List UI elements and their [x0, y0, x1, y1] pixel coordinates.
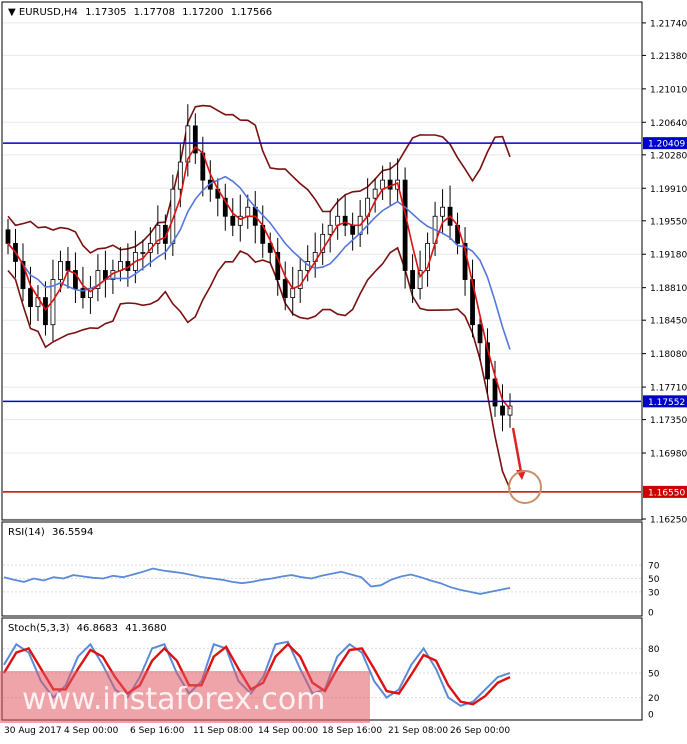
candle-body — [177, 161, 183, 190]
candle-body — [140, 252, 146, 254]
candle-body — [477, 324, 483, 344]
rsi-tick-label: 50 — [648, 575, 660, 585]
rsi-label: RSI(14) — [8, 527, 45, 538]
low-value: 1.17200 — [182, 7, 223, 18]
x-tick-label: 21 Sep 08:00 — [388, 726, 448, 736]
chart-root: 1.20409 1.17552 1.16550 1.21740 1.21380 1.21… — [0, 0, 687, 740]
y-tick-label: 1.17710 — [650, 384, 687, 394]
x-tick-label: 11 Sep 08:00 — [193, 726, 253, 736]
y-tick-label: 1.20640 — [650, 119, 687, 129]
candle-body — [58, 261, 63, 280]
stoch-tick-label: 50 — [648, 670, 660, 680]
candle-body — [342, 215, 348, 226]
level-price-label: 1.16550 — [648, 488, 685, 498]
candle-body — [372, 188, 378, 199]
triangle-icon: ▼ — [8, 7, 19, 18]
rsi-value: 36.5594 — [52, 527, 93, 538]
x-tick-label: 4 Sep 00:00 — [64, 726, 119, 736]
candle-body — [282, 279, 288, 298]
open-value: 1.17305 — [85, 7, 126, 18]
candle-body — [410, 270, 415, 289]
watermark-text: www.instaforex.com — [22, 682, 325, 717]
y-tick-label: 1.19910 — [650, 185, 687, 195]
symbol-label: EURUSD,H4 — [19, 7, 78, 18]
level-price-label: 1.17552 — [648, 398, 685, 408]
stoch-header: Stoch(5,3,3) 46.8683 41.3680 — [8, 623, 167, 634]
rsi-tick-label: 70 — [648, 562, 660, 572]
x-tick-label: 30 Aug 2017 — [4, 726, 62, 736]
y-tick-label: 1.18810 — [650, 284, 687, 294]
y-tick-label: 1.19180 — [650, 251, 687, 261]
y-tick-label: 1.18450 — [650, 317, 687, 327]
candle-body — [402, 179, 408, 271]
candle-body — [43, 297, 48, 326]
rsi-tick-label: 30 — [648, 588, 660, 598]
candle-body — [230, 215, 236, 226]
rsi-panel-frame — [1, 521, 643, 617]
candle-body — [327, 224, 333, 235]
rsi-tick-label: 0 — [648, 609, 654, 619]
stoch-tick-label: 0 — [648, 711, 654, 721]
y-tick-label: 1.19550 — [650, 217, 687, 227]
y-tick-label: 1.17350 — [650, 416, 687, 426]
y-tick-label: 1.21010 — [650, 85, 687, 95]
x-tick-label: 14 Sep 00:00 — [258, 726, 318, 736]
candle-body — [28, 288, 33, 308]
y-tick-label: 1.20280 — [650, 151, 687, 161]
stoch-signal-value: 41.3680 — [125, 623, 166, 634]
candle-body — [245, 206, 251, 217]
x-tick-label: 26 Sep 00:00 — [450, 726, 510, 736]
rsi-panel: 70 50 30 0 RSI(14) 36.5594 — [1, 521, 660, 619]
x-tick-label: 18 Sep 16:00 — [322, 726, 382, 736]
main-header: ▼ EURUSD,H4 1.17305 1.17708 1.17200 1.17… — [8, 7, 272, 18]
x-axis: 30 Aug 2017 4 Sep 00:00 6 Sep 16:00 11 Sep … — [4, 726, 510, 736]
y-tick-label: 1.16250 — [650, 516, 687, 526]
stoch-tick-label: 20 — [648, 694, 660, 704]
chart-canvas: 1.20409 1.17552 1.16550 1.21740 1.21380 1.21… — [1, 1, 687, 736]
candle-body — [290, 288, 296, 298]
level-price-label: 1.20409 — [648, 140, 685, 150]
candle-body — [65, 261, 71, 271]
price-panel: 1.20409 1.17552 1.16550 1.21740 1.21380 1.21… — [1, 1, 687, 526]
x-tick-label: 6 Sep 16:00 — [130, 726, 185, 736]
close-value: 1.17566 — [231, 7, 272, 18]
y-tick-label: 1.21380 — [650, 52, 687, 62]
stoch-main-value: 46.8683 — [77, 623, 118, 634]
candle-body — [440, 206, 445, 217]
candle-body — [350, 224, 356, 235]
high-value: 1.17708 — [134, 7, 175, 18]
candle-body — [387, 179, 393, 190]
stoch-label: Stoch(5,3,3) — [8, 623, 70, 634]
candle-body — [5, 229, 11, 244]
y-tick-label: 1.16980 — [650, 450, 687, 460]
y-tick-label: 1.21740 — [650, 19, 687, 29]
stoch-tick-label: 80 — [648, 645, 660, 655]
y-tick-label: 1.18080 — [650, 350, 687, 360]
candle-body — [500, 405, 505, 416]
watermark: www.instaforex.com — [0, 671, 370, 723]
